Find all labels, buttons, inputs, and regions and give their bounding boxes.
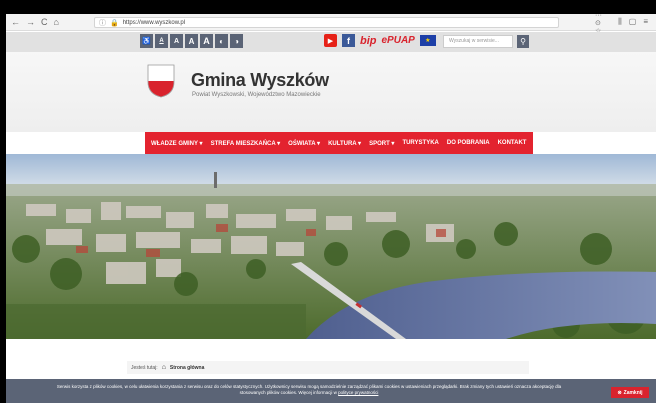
contrast-dark-button[interactable]: ◑ [230, 34, 243, 48]
menu-icon[interactable]: ≡ [643, 17, 648, 27]
youtube-icon[interactable]: ▶ [324, 34, 337, 47]
menu-item-turystyka[interactable]: TURYSTYKA [402, 140, 438, 146]
site-header [6, 52, 656, 132]
main-menu: WŁADZE GMINY ▾ STREFA MIESZKAŃCA ▾ OŚWIA… [145, 132, 533, 154]
coat-of-arms-logo[interactable] [147, 64, 175, 98]
menu-item-oswiata[interactable]: OŚWIATA ▾ [288, 140, 320, 147]
sidebar-icon[interactable]: ▢ [629, 17, 637, 27]
page-actions[interactable]: ··· ⊙ ☆ [595, 14, 602, 35]
site-info-icon[interactable]: ⓘ [99, 18, 106, 28]
search-icon[interactable]: ⚲ [517, 35, 529, 48]
high-contrast-button[interactable]: ◐ [215, 34, 228, 48]
bip-link[interactable]: bip [360, 35, 377, 47]
cookie-close-label: Zamknij [623, 389, 643, 396]
font-medium-button[interactable]: A [185, 34, 198, 48]
facebook-icon[interactable]: f [342, 34, 355, 47]
menu-item-strefa-mieszkanca[interactable]: STREFA MIESZKAŃCA ▾ [211, 140, 281, 147]
accessibility-tools: ♿ A A A A ◐ ◑ [140, 34, 243, 48]
font-small-button[interactable]: A [155, 34, 168, 48]
cookie-bar: Serwis korzysta z plików cookies, w celu… [6, 379, 656, 403]
lock-icon: 🔒 [110, 19, 119, 27]
back-icon[interactable]: ← [11, 17, 20, 27]
menu-item-sport[interactable]: SPORT ▾ [369, 140, 394, 147]
close-icon: ⊗ [617, 389, 622, 396]
url-text[interactable]: https://www.wyszkow.pl [123, 20, 185, 26]
contrast-icon[interactable]: ♿ [140, 34, 153, 48]
top-bar: ♿ A A A A ◐ ◑ ▶ f bip ePUAP ★ Wyszukaj w… [6, 32, 656, 52]
site-subtitle: Powiat Wyszkowski, Województwo Mazowieck… [192, 92, 321, 98]
home-icon[interactable]: ⌂ [54, 17, 59, 27]
privacy-policy-link[interactable]: polityce prywatności [338, 390, 378, 395]
search-input[interactable]: Wyszukaj w serwisie... [443, 35, 513, 48]
reload-icon[interactable]: C [41, 17, 48, 27]
browser-toolbar: ← → C ⌂ ⓘ 🔒 https://www.wyszkow.pl ··· ⊙… [6, 14, 656, 35]
breadcrumb-prefix: Jesteś tutaj: [131, 364, 158, 371]
cookie-message-2: stosowanych plików cookies. Więcej infor… [239, 390, 337, 395]
breadcrumb: Jesteś tutaj: ⌂ Strona główna [127, 361, 529, 374]
cookie-close-button[interactable]: ⊗ Zamknij [611, 387, 649, 398]
font-large-button[interactable]: A [200, 34, 213, 48]
home-icon[interactable]: ⌂ [162, 364, 166, 371]
social-links: ▶ f bip ePUAP ★ [324, 34, 436, 47]
address-bar[interactable]: ⓘ 🔒 https://www.wyszkow.pl ··· ⊙ ☆ [94, 14, 602, 35]
browser-window: ← → C ⌂ ⓘ 🔒 https://www.wyszkow.pl ··· ⊙… [6, 14, 656, 403]
browser-right-tools: ⫼ ▢ ≡ [618, 17, 648, 27]
menu-item-wladze-gminy[interactable]: WŁADZE GMINY ▾ [151, 140, 203, 147]
menu-item-kontakt[interactable]: KONTAKT [498, 140, 527, 146]
forward-icon[interactable]: → [26, 17, 35, 27]
hero-aerial-image [6, 154, 656, 339]
menu-item-kultura[interactable]: KULTURA ▾ [328, 140, 361, 147]
browser-nav: ← → C ⌂ [11, 17, 71, 27]
library-icon[interactable]: ⫼ [618, 17, 622, 27]
font-normal-button[interactable]: A [170, 34, 183, 48]
cookie-text: Serwis korzysta z plików cookies, w celu… [14, 384, 604, 396]
eu-flag-icon[interactable]: ★ [419, 35, 436, 46]
cookie-message: Serwis korzysta z plików cookies, w celu… [56, 384, 562, 389]
epuap-link[interactable]: ePUAP [382, 35, 415, 46]
menu-item-do-pobrania[interactable]: DO POBRANIA [447, 140, 490, 146]
site-title[interactable]: Gmina Wyszków [191, 70, 329, 91]
breadcrumb-current[interactable]: Strona główna [170, 365, 204, 371]
